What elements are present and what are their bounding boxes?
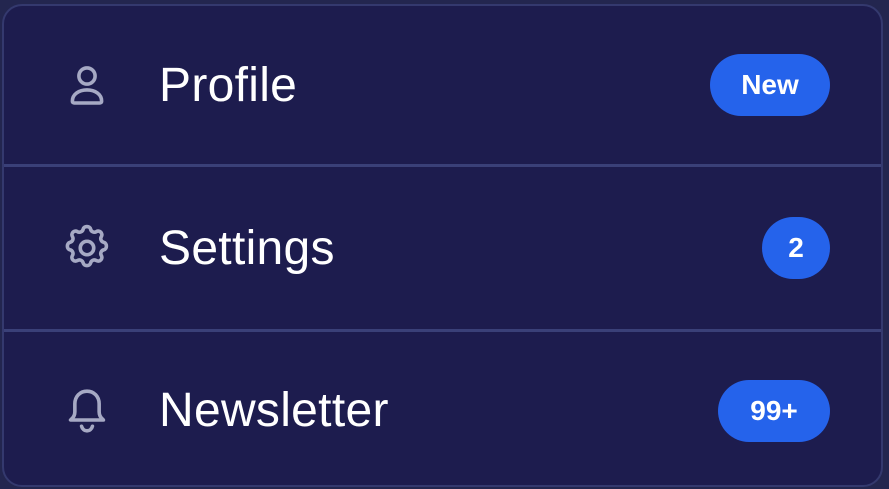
menu-item-settings[interactable]: Settings 2 [4, 167, 881, 329]
bell-icon [60, 384, 114, 438]
gear-icon [60, 221, 114, 275]
user-icon [60, 58, 114, 112]
new-badge: New [710, 54, 830, 116]
menu-item-label: Newsletter [159, 384, 389, 437]
menu-item-label: Settings [159, 221, 335, 275]
dropdown-menu: Profile New Settings 2 Newsletter 99+ [2, 4, 883, 487]
count-badge: 2 [762, 217, 830, 279]
menu-item-label: Profile [159, 58, 298, 112]
menu-item-profile[interactable]: Profile New [4, 6, 881, 164]
count-badge: 99+ [718, 379, 830, 442]
menu-item-newsletter[interactable]: Newsletter 99+ [4, 332, 881, 485]
